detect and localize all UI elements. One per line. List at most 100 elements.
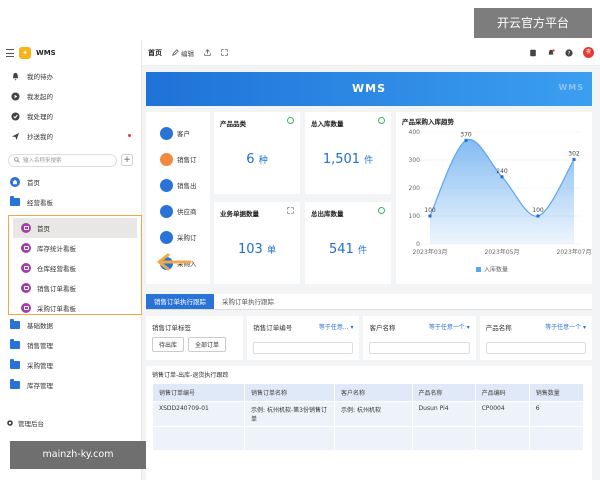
quick-label: 客户 (177, 130, 190, 138)
column-header[interactable]: 客户名称 (334, 383, 413, 402)
column-header[interactable]: 销售订单编号 (151, 383, 246, 402)
quick-label: 采购订 (177, 234, 197, 242)
table-cell (244, 426, 336, 451)
search-icon (14, 157, 20, 163)
app-name: WMS (36, 49, 56, 57)
table-cell (474, 426, 530, 451)
product-select[interactable] (485, 342, 587, 354)
admin-link[interactable]: 管理后台 (0, 418, 142, 428)
column-header[interactable]: 销售订单名称 (244, 383, 336, 402)
add-button[interactable]: + (121, 154, 133, 166)
sales-order-icon (160, 152, 173, 166)
sidebar-item-label: 采购管理 (27, 362, 53, 370)
menu-icon[interactable] (6, 49, 14, 57)
fullscreen-button[interactable] (221, 49, 228, 56)
stat-product-types: 产品品类 6 种 (214, 112, 300, 194)
sidebar-item-label: 基础数据 (27, 322, 53, 330)
filter-customer: 客户名称 等于任意一个 ▾ (363, 316, 476, 360)
tracking-tabs: 销售订单执行跟踪 采购订单执行跟踪 (146, 294, 592, 310)
search-input[interactable]: 输入名称来搜索 (8, 153, 117, 167)
board-submenu: 首页 库存统计看板 仓库经营看板 销售订单看板 采购订单看板 (8, 215, 142, 315)
purchase-trend-chart: 产品采购入库趋势 0 100 200 300 400 100 370 240 100 302 202… (396, 112, 592, 284)
dashboard-icon (21, 283, 31, 293)
data-label: 370 (460, 131, 472, 138)
quick-item-purchase-order[interactable]: 采购订 (146, 224, 210, 250)
sidebar-group-board[interactable]: 经营看板 (0, 192, 141, 212)
column-header[interactable]: 产品名称 (411, 383, 476, 402)
stat-label: 产品品类 (220, 120, 246, 128)
board-item-home[interactable]: 首页 (13, 218, 137, 238)
dashboard-icon (21, 263, 31, 273)
quick-item-customer[interactable]: 客户 (146, 120, 210, 146)
sidebar-group-sales[interactable]: 销售管理 (0, 335, 142, 355)
sidebar-group-purchase[interactable]: 采购管理 (0, 355, 142, 375)
table-cell: 6 (528, 401, 585, 427)
home-icon (10, 177, 20, 187)
quick-item-supplier[interactable]: 供应商 (146, 198, 210, 224)
board-item-label: 库存统计看板 (37, 245, 76, 253)
filter-product: 产品名称 等于任意一个 ▾ (479, 316, 593, 360)
avatar[interactable]: 夜 (583, 47, 594, 58)
quick-item-sales-out[interactable]: 销售出 (146, 172, 210, 198)
folder-icon (10, 379, 20, 390)
stat-value: 541 (329, 242, 354, 257)
book-icon[interactable] (529, 49, 537, 57)
board-item-inventory[interactable]: 库存统计看板 (9, 238, 141, 258)
legend-swatch (476, 267, 481, 272)
sidebar-group-basic[interactable]: 基础数据 (0, 315, 142, 335)
unread-dot (128, 134, 131, 137)
sidebar-item-label: 抄送我的 (27, 133, 53, 141)
svg-text:?: ? (568, 51, 571, 57)
sidebar-item-handled[interactable]: 我处理的 (0, 106, 141, 126)
sidebar-item-cc[interactable]: 抄送我的 (0, 126, 141, 146)
sidebar-item-label: 我的待办 (27, 73, 53, 81)
info-icon[interactable] (378, 117, 385, 124)
data-label: 100 (532, 207, 544, 214)
data-point (428, 214, 432, 218)
table-cell: 示例: 杭州机软 (334, 401, 413, 427)
data-point (536, 214, 540, 218)
tab-purchase-tracking[interactable]: 采购订单执行跟踪 (214, 294, 282, 309)
table-cell (411, 426, 476, 451)
y-tick-label: 400 (409, 129, 421, 136)
table-cell: Dusun Pi4 (411, 401, 476, 427)
info-icon[interactable] (378, 207, 385, 214)
notification-icon[interactable] (547, 48, 555, 57)
banner: WMS WMS (146, 72, 592, 106)
page-title: 首页 (148, 48, 162, 57)
sidebar-group-stock[interactable]: 库存管理 (0, 375, 142, 395)
sidebar-item-todo[interactable]: 我的待办 (0, 66, 141, 86)
stat-label: 总出库数量 (311, 210, 344, 218)
all-orders-button[interactable]: 全部订单 (188, 337, 227, 352)
filter-tag: 销售订单标签 待出库 全部订单 (146, 316, 244, 360)
data-point (500, 175, 504, 179)
table-row[interactable]: XSDD240709-01 示例: 杭州机软-第3份销售订单 示例: 杭州机软 … (151, 401, 585, 427)
info-icon[interactable] (287, 117, 294, 124)
y-tick-label: 100 (409, 213, 421, 220)
order-no-select[interactable] (253, 342, 354, 354)
folder-icon (10, 319, 20, 330)
share-button[interactable] (204, 49, 211, 56)
board-item-warehouse[interactable]: 仓库经营看板 (9, 258, 141, 278)
sidebar-item-label: 库存管理 (27, 382, 53, 390)
sidebar-item-started[interactable]: 我发起的 (0, 86, 141, 106)
board-item-sales[interactable]: 销售订单看板 (9, 278, 141, 298)
admin-label: 管理后台 (18, 420, 44, 428)
quick-item-sales-order[interactable]: 销售订 (146, 146, 210, 172)
tracking-table: 销售订单编号 销售订单名称 客户名称 产品名称 产品编码 销售数量 XSDD24… (151, 383, 585, 451)
filter-operator[interactable]: 等于任意一个 ▾ (429, 322, 470, 331)
filter-operator[interactable]: 等于任意... ▾ (319, 322, 354, 331)
column-header[interactable]: 产品编码 (474, 383, 530, 402)
folder-icon (10, 196, 20, 207)
stat-value: 103 (238, 242, 263, 257)
expand-icon[interactable] (287, 207, 294, 214)
table-row[interactable] (151, 426, 585, 451)
filter-operator[interactable]: 等于任意一个 ▾ (545, 322, 586, 331)
edit-button[interactable]: 编辑 (172, 48, 194, 58)
pending-out-button[interactable]: 待出库 (152, 337, 185, 352)
column-header[interactable]: 销售数量 (528, 383, 585, 402)
sidebar-item-home[interactable]: 首页 (0, 172, 141, 192)
customer-select[interactable] (369, 342, 470, 354)
tab-sales-tracking[interactable]: 销售订单执行跟踪 (146, 294, 214, 309)
help-icon[interactable]: ? (565, 48, 573, 57)
